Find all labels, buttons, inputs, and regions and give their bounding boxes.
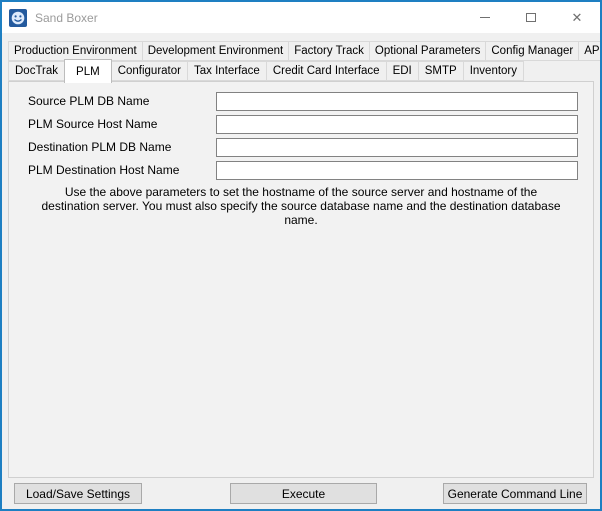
tab-factory-track[interactable]: Factory Track xyxy=(288,41,370,61)
tab-row-1: Production Environment Development Envir… xyxy=(8,41,594,61)
plm-source-host-name-input[interactable] xyxy=(216,115,578,134)
tab-configurator[interactable]: Configurator xyxy=(111,61,188,81)
tab-row-2: DocTrak PLM Configurator Tax Interface C… xyxy=(8,61,594,81)
close-button[interactable]: ✕ xyxy=(554,2,600,33)
minimize-icon xyxy=(480,17,490,18)
tab-production-environment[interactable]: Production Environment xyxy=(8,41,143,61)
destination-plm-db-name-input[interactable] xyxy=(216,138,578,157)
source-plm-db-name-label: Source PLM DB Name xyxy=(28,94,149,108)
minimize-button[interactable] xyxy=(462,2,508,33)
source-plm-db-name-input[interactable] xyxy=(216,92,578,111)
close-icon: ✕ xyxy=(572,11,583,24)
titlebar[interactable]: Sand Boxer ✕ xyxy=(2,2,600,33)
tab-edi[interactable]: EDI xyxy=(386,61,419,81)
destination-plm-db-name-label: Destination PLM DB Name xyxy=(28,140,171,154)
tab-smtp[interactable]: SMTP xyxy=(418,61,464,81)
app-window: Sand Boxer ✕ Production Environment Deve… xyxy=(0,0,602,511)
tab-optional-parameters[interactable]: Optional Parameters xyxy=(369,41,486,61)
maximize-button[interactable] xyxy=(508,2,554,33)
tab-development-environment[interactable]: Development Environment xyxy=(142,41,290,61)
window-controls: ✕ xyxy=(462,2,600,33)
tab-doctrak[interactable]: DocTrak xyxy=(8,61,65,81)
tab-plm[interactable]: PLM xyxy=(64,59,112,83)
load-save-settings-button[interactable]: Load/Save Settings xyxy=(14,483,142,504)
tab-credit-card-interface[interactable]: Credit Card Interface xyxy=(266,61,387,81)
app-icon xyxy=(9,9,27,27)
plm-destination-host-name-input[interactable] xyxy=(216,161,578,180)
plm-destination-host-name-label: PLM Destination Host Name xyxy=(28,163,179,177)
panel-description-text: Use the above parameters to set the host… xyxy=(37,185,565,227)
maximize-icon xyxy=(526,13,536,22)
tab-inventory[interactable]: Inventory xyxy=(463,61,524,81)
tab-config-manager[interactable]: Config Manager xyxy=(485,41,579,61)
tab-aps[interactable]: APS xyxy=(578,41,602,61)
plm-source-host-name-label: PLM Source Host Name xyxy=(28,117,157,131)
generate-command-line-button[interactable]: Generate Command Line xyxy=(443,483,587,504)
tab-tax-interface[interactable]: Tax Interface xyxy=(187,61,267,81)
execute-button[interactable]: Execute xyxy=(230,483,377,504)
plm-tab-panel: Source PLM DB Name PLM Source Host Name … xyxy=(8,81,594,478)
window-title: Sand Boxer xyxy=(35,11,98,25)
